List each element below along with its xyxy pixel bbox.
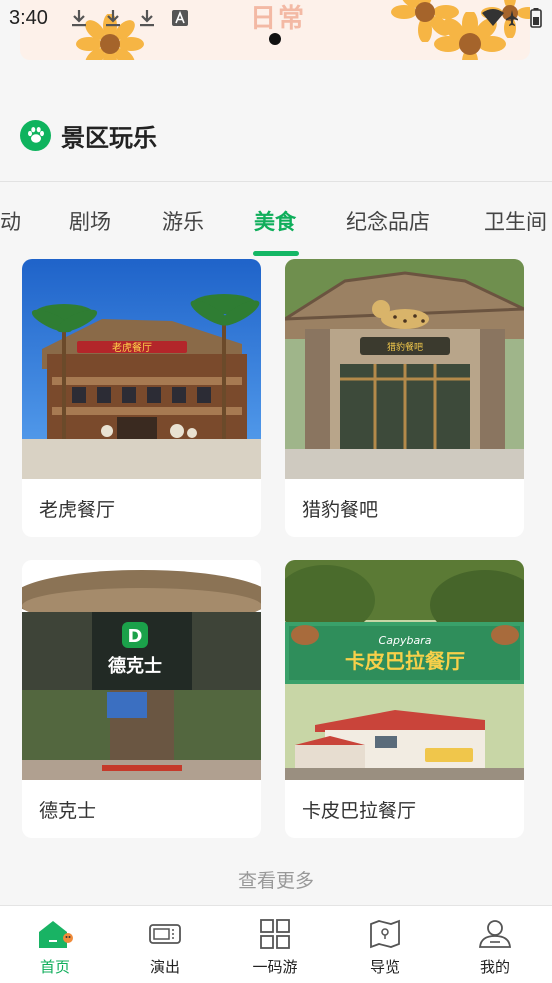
venue-name: 卡皮巴拉餐厅 bbox=[302, 800, 417, 822]
tab-active-indicator bbox=[253, 251, 299, 256]
svg-text:D: D bbox=[128, 626, 143, 647]
venue-name: 老虎餐厅 bbox=[39, 499, 116, 521]
section-header: 景区玩乐 bbox=[20, 117, 157, 153]
venue-card[interactable]: 猎豹餐吧 猎豹餐吧 bbox=[285, 259, 524, 537]
nav-item-home[interactable]: 首页 bbox=[0, 906, 110, 983]
venue-card[interactable]: 老虎餐厅 老虎餐厅 bbox=[22, 259, 261, 537]
venue-card[interactable]: Capybara 卡皮巴拉餐厅 卡皮巴拉餐厅 bbox=[285, 560, 524, 838]
battery-icon bbox=[530, 8, 542, 28]
venue-photo: Capybara 卡皮巴拉餐厅 bbox=[285, 560, 524, 780]
nav-item-profile[interactable]: 我的 bbox=[440, 906, 550, 983]
nav-item-guide[interactable]: 导览 bbox=[330, 906, 440, 983]
nav-label: 演出 bbox=[149, 958, 180, 976]
tab-rides[interactable]: 游乐 bbox=[162, 206, 204, 236]
venue-sign: 猎豹餐吧 bbox=[387, 341, 423, 353]
status-bar: 3:40 bbox=[0, 0, 552, 36]
see-more-link[interactable]: 查看更多 bbox=[0, 866, 552, 893]
wifi-icon bbox=[482, 9, 504, 26]
venue-name: 德克士 bbox=[39, 800, 97, 822]
bottom-nav: 首页 演出 一码游 导览 我的 bbox=[0, 905, 552, 983]
nav-label: 我的 bbox=[479, 958, 510, 976]
tab-theater[interactable]: 剧场 bbox=[69, 206, 111, 236]
section-title: 景区玩乐 bbox=[61, 123, 157, 152]
home-icon bbox=[39, 921, 73, 948]
download-icon bbox=[106, 10, 120, 27]
venue-photo: 猎豹餐吧 bbox=[285, 259, 524, 479]
nav-item-one-code-tour[interactable]: 一码游 bbox=[220, 906, 330, 983]
tab-activity[interactable]: 动 bbox=[0, 206, 21, 236]
nav-label: 一码游 bbox=[252, 958, 298, 976]
grid-icon bbox=[260, 919, 290, 949]
tab-restroom[interactable]: 卫生间 bbox=[484, 206, 547, 236]
nav-label: 首页 bbox=[39, 958, 70, 976]
map-icon bbox=[370, 919, 400, 949]
venue-card[interactable]: D 德克士 德克士 bbox=[22, 560, 261, 838]
category-tabs: 动 剧场 游乐 美食 纪念品店 卫生间 bbox=[0, 182, 552, 260]
venue-sign: 老虎餐厅 bbox=[112, 341, 152, 354]
venue-sign: 德克士 bbox=[108, 655, 162, 677]
nav-item-shows[interactable]: 演出 bbox=[110, 906, 220, 983]
download-icon bbox=[140, 10, 154, 27]
paw-icon bbox=[20, 119, 51, 151]
tab-food[interactable]: 美食 bbox=[254, 206, 296, 236]
font-icon bbox=[172, 10, 188, 26]
venue-name: 猎豹餐吧 bbox=[302, 499, 379, 521]
nav-label: 导览 bbox=[369, 958, 400, 976]
status-time: 3:40 bbox=[9, 7, 48, 29]
venue-photo: 老虎餐厅 bbox=[22, 259, 261, 479]
download-icon bbox=[72, 10, 86, 27]
airplane-icon bbox=[506, 10, 518, 26]
ticket-icon bbox=[149, 924, 181, 944]
venue-sign-en: Capybara bbox=[379, 634, 432, 647]
user-icon bbox=[479, 920, 511, 948]
venue-photo: D 德克士 bbox=[22, 560, 261, 780]
tab-souvenir-shop[interactable]: 纪念品店 bbox=[346, 206, 430, 236]
venue-sign: 卡皮巴拉餐厅 bbox=[345, 649, 465, 673]
